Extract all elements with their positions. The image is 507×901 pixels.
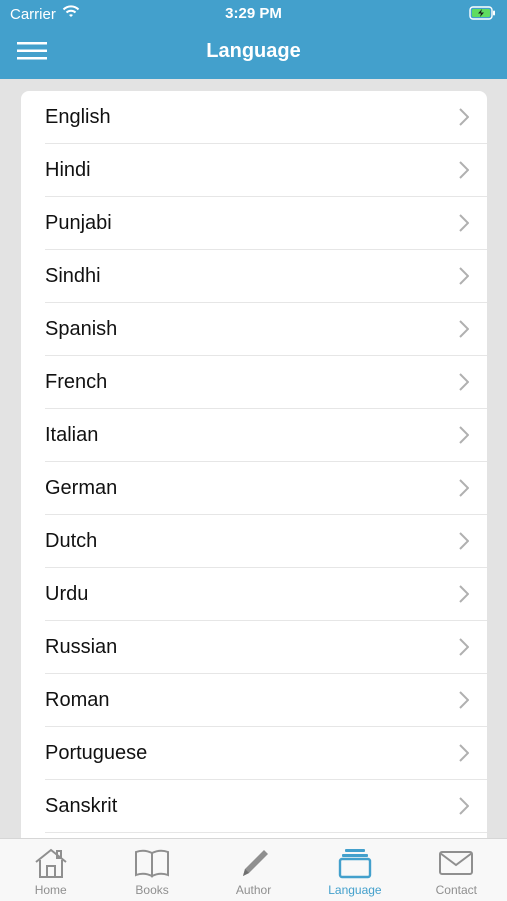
tab-language[interactable]: Language	[304, 839, 405, 901]
language-label: English	[45, 106, 111, 128]
layers-icon	[338, 846, 372, 880]
chevron-right-icon	[459, 532, 470, 556]
chevron-right-icon	[459, 373, 470, 397]
tab-contact[interactable]: Contact	[406, 839, 507, 901]
list-item-dutch[interactable]: Dutch	[21, 515, 487, 568]
language-label: Urdu	[45, 583, 89, 605]
language-label: Russian	[45, 636, 118, 658]
chevron-right-icon	[459, 638, 470, 662]
chevron-right-icon	[459, 214, 470, 238]
chevron-right-icon	[459, 426, 470, 450]
list-item-sindhi[interactable]: Sindhi	[21, 250, 487, 303]
chevron-right-icon	[459, 161, 470, 185]
battery-charging-icon	[469, 6, 497, 24]
home-icon	[33, 846, 69, 880]
tab-contact-label: Contact	[435, 883, 477, 897]
tab-author-label: Author	[235, 883, 272, 897]
list-item-punjabi[interactable]: Punjabi	[21, 197, 487, 250]
page-title: Language	[206, 40, 301, 62]
header: Carrier 3:29 PM Language	[0, 0, 507, 79]
tab-language-label: Language	[328, 883, 382, 897]
language-label: Portuguese	[45, 742, 148, 764]
chevron-right-icon	[459, 108, 470, 132]
language-label: Roman	[45, 689, 110, 711]
tab-bar: Home Books Author Language Contact	[0, 838, 507, 901]
chevron-right-icon	[459, 267, 470, 291]
list-item-russian[interactable]: Russian	[21, 621, 487, 674]
chevron-right-icon	[459, 585, 470, 609]
chevron-right-icon	[459, 320, 470, 344]
language-label: Sanskrit	[45, 795, 118, 817]
tab-author[interactable]: Author	[203, 839, 304, 901]
language-label: French	[45, 371, 108, 393]
language-label: Italian	[45, 424, 99, 446]
pencil-icon	[237, 846, 271, 880]
list-item-spanish[interactable]: Spanish	[21, 303, 487, 356]
language-list: English Hindi Punjabi Sindhi Spanish Fre…	[21, 91, 487, 851]
list-item-sanskrit[interactable]: Sanskrit	[21, 780, 487, 833]
nav-bar: Language	[0, 28, 507, 79]
tab-home[interactable]: Home	[0, 839, 101, 901]
envelope-icon	[438, 846, 474, 880]
language-label: German	[45, 477, 118, 499]
language-label: Spanish	[45, 318, 118, 340]
language-label: Dutch	[45, 530, 98, 552]
status-bar: Carrier 3:29 PM	[0, 0, 507, 28]
list-item-urdu[interactable]: Urdu	[21, 568, 487, 621]
tab-books-label: Books	[135, 883, 169, 897]
chevron-right-icon	[459, 479, 470, 503]
chevron-right-icon	[459, 797, 470, 821]
tab-books[interactable]: Books	[101, 839, 202, 901]
list-item-hindi[interactable]: Hindi	[21, 144, 487, 197]
list-item-english[interactable]: English	[21, 91, 487, 144]
list-item-roman[interactable]: Roman	[21, 674, 487, 727]
list-item-french[interactable]: French	[21, 356, 487, 409]
tab-home-label: Home	[34, 883, 67, 897]
book-icon	[134, 846, 170, 880]
language-label: Punjabi	[45, 212, 112, 234]
status-time: 3:29 PM	[225, 5, 282, 22]
list-item-portuguese[interactable]: Portuguese	[21, 727, 487, 780]
language-label: Hindi	[45, 159, 91, 181]
list-item-german[interactable]: German	[21, 462, 487, 515]
chevron-right-icon	[459, 691, 470, 715]
list-item-italian[interactable]: Italian	[21, 409, 487, 462]
language-label: Sindhi	[45, 265, 101, 287]
chevron-right-icon	[459, 744, 470, 768]
